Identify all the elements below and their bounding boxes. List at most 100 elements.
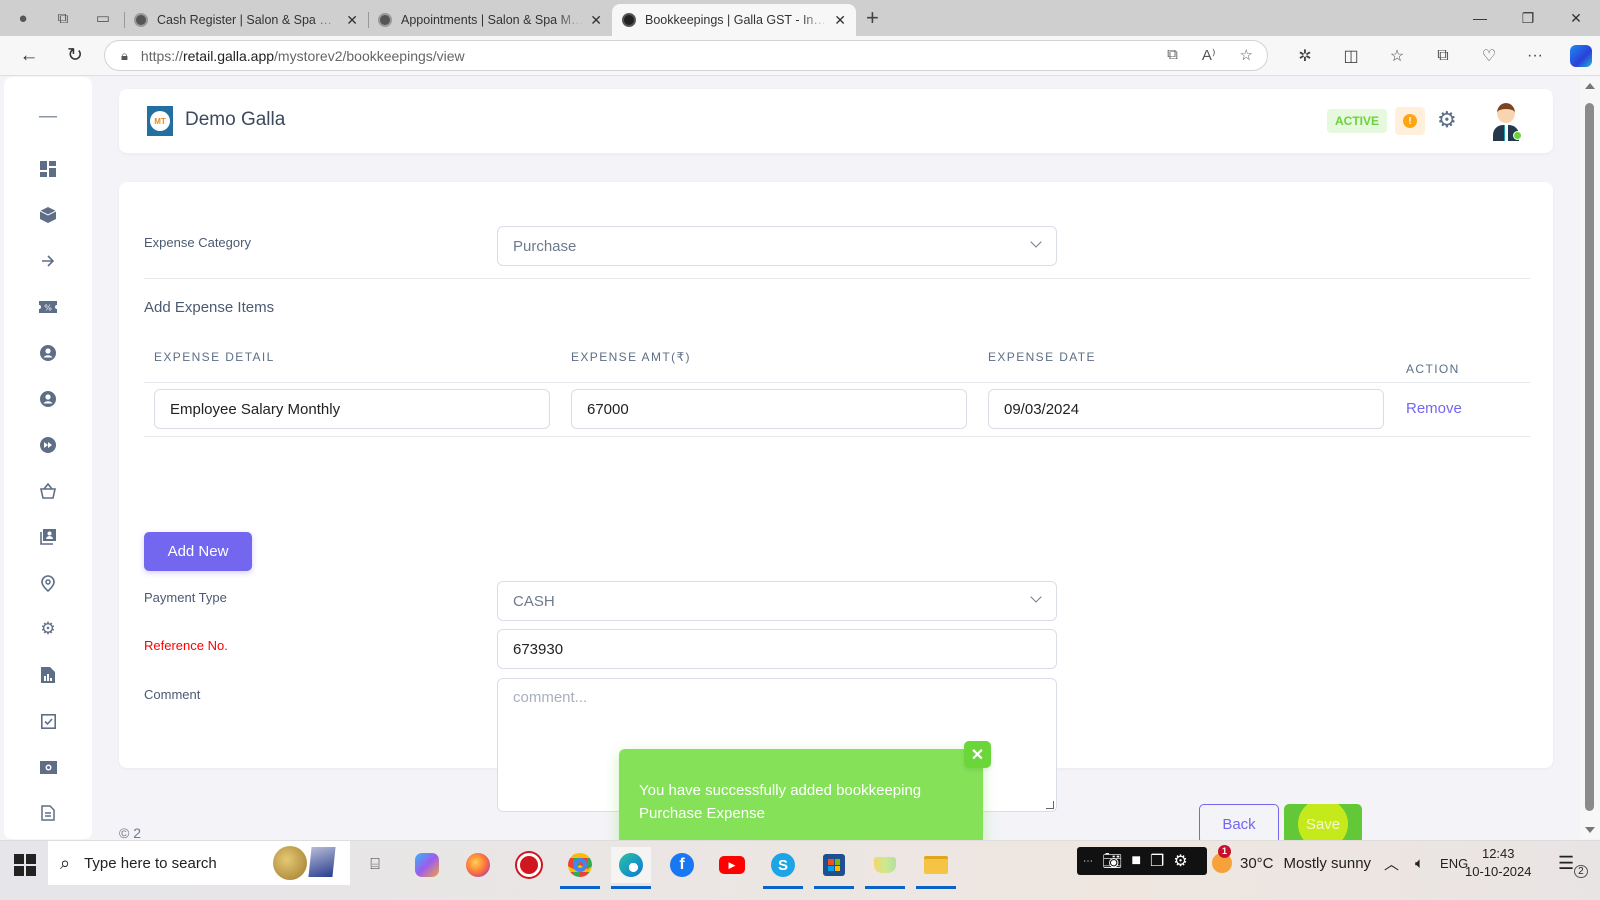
close-tab-icon[interactable]: ✕ xyxy=(834,12,846,29)
browser-tab-cash-register[interactable]: Cash Register | Salon & Spa Management ✕ xyxy=(124,4,368,36)
facebook-icon[interactable]: f xyxy=(662,847,702,883)
search-icon: ⌕ xyxy=(60,852,71,873)
document-icon[interactable] xyxy=(38,803,58,823)
split-screen-icon[interactable]: ◫ xyxy=(1328,40,1374,71)
workspaces-icon[interactable]: ⧉ xyxy=(48,3,78,33)
page-content: % ⚙ MT Demo Galla ACTIVE ! ⚙ Expense Cat… xyxy=(0,77,1600,845)
copilot-app-icon[interactable] xyxy=(407,847,447,883)
success-toast: You have successfully added bookkeeping … xyxy=(619,749,983,845)
app-icon[interactable] xyxy=(865,847,905,889)
recorder-app-icon[interactable] xyxy=(509,847,549,883)
browser-essentials-icon[interactable]: ♡ xyxy=(1466,40,1512,71)
comment-label: Comment xyxy=(144,687,201,702)
status-badge: ACTIVE xyxy=(1327,109,1387,133)
language-indicator[interactable]: ENG xyxy=(1440,856,1468,871)
back-nav-icon[interactable]: ← xyxy=(6,45,52,67)
capture-more-icon[interactable]: ⋯ xyxy=(1083,856,1093,867)
new-tab-button[interactable]: + xyxy=(866,5,879,31)
taskbar-search-box[interactable]: ⌕ Type here to search xyxy=(48,841,350,885)
close-tab-icon[interactable]: ✕ xyxy=(590,12,602,29)
expense-amount-input[interactable]: 67000 xyxy=(571,389,967,429)
save-button[interactable]: Save xyxy=(1284,804,1362,844)
profile-icon[interactable]: ● xyxy=(8,3,38,33)
extensions-icon[interactable]: ✲ xyxy=(1282,40,1328,71)
browser-tab-bookkeepings[interactable]: Bookkeepings | Galla GST - Inventory ✕ xyxy=(612,4,856,36)
fast-forward-icon[interactable] xyxy=(38,435,58,455)
notification-center-icon[interactable]: ☰ 2 xyxy=(1558,853,1588,878)
capture-settings-icon[interactable]: ⚙ xyxy=(1173,851,1187,871)
toast-close-button[interactable]: ✕ xyxy=(964,741,991,768)
lock-icon: 🔒︎ xyxy=(121,47,128,63)
weather-widget[interactable]: 1 30°C Mostly sunny xyxy=(1212,841,1371,885)
camera-icon[interactable]: 📷︎ xyxy=(1102,851,1122,871)
volume-icon[interactable]: 🔈︎ xyxy=(1415,855,1424,872)
url-text: https://retail.galla.app/mystorev2/bookk… xyxy=(140,47,465,64)
user-circle-icon[interactable] xyxy=(38,389,58,409)
package-icon[interactable] xyxy=(38,205,58,225)
taskbar-clock[interactable]: 12:43 10-10-2024 xyxy=(1465,845,1532,881)
copilot-icon[interactable] xyxy=(1558,40,1600,71)
edge-icon[interactable] xyxy=(611,847,651,889)
dashboard-icon[interactable] xyxy=(38,159,58,179)
page-scrollbar[interactable] xyxy=(1580,77,1600,839)
video-icon[interactable]: ■ xyxy=(1131,852,1141,870)
user-circle-icon[interactable] xyxy=(38,343,58,363)
settings-gear-icon[interactable]: ⚙ xyxy=(1437,107,1457,133)
online-status-dot xyxy=(1513,131,1522,140)
contacts-icon[interactable] xyxy=(38,527,58,547)
alert-button[interactable]: ! xyxy=(1395,107,1425,135)
scroll-thumb[interactable] xyxy=(1585,103,1594,811)
settings-icon[interactable]: ⚙ xyxy=(38,619,58,639)
url-input[interactable]: 🔒︎ https://retail.galla.app/mystorev2/bo… xyxy=(104,40,1268,71)
windows-taskbar: ⌕ Type here to search ⌸ f ▶ S ⋯ 📷︎ ■ ❐ ⚙… xyxy=(0,840,1600,900)
close-window-button[interactable]: ✕ xyxy=(1552,0,1600,36)
expense-detail-input[interactable]: Employee Salary Monthly xyxy=(154,389,550,429)
bookkeeping-form: Expense Category Purchase Add Expense It… xyxy=(119,182,1553,812)
expense-category-select[interactable]: Purchase xyxy=(497,226,1057,266)
back-button[interactable]: Back xyxy=(1199,804,1279,844)
cash-icon[interactable] xyxy=(38,757,58,777)
arrow-right-icon[interactable] xyxy=(38,251,58,271)
skype-icon[interactable]: S xyxy=(763,847,803,889)
youtube-icon[interactable]: ▶ xyxy=(712,847,752,883)
microsoft-store-icon[interactable] xyxy=(814,847,854,889)
checkbox-icon[interactable] xyxy=(38,711,58,731)
add-new-button[interactable]: Add New xyxy=(144,532,252,571)
minimize-button[interactable]: — xyxy=(1456,0,1504,36)
expense-date-input[interactable]: 09/03/2024 xyxy=(988,389,1384,429)
tab-actions-icon[interactable]: ▭ xyxy=(88,3,118,33)
chrome-icon[interactable] xyxy=(560,847,600,889)
browser-tab-appointments[interactable]: Appointments | Salon & Spa Management ✕ xyxy=(368,4,612,36)
discount-ticket-icon[interactable]: % xyxy=(38,297,58,317)
scroll-down-icon[interactable] xyxy=(1585,827,1595,833)
scroll-up-icon[interactable] xyxy=(1585,83,1595,89)
favicon-icon xyxy=(622,13,636,27)
file-explorer-icon[interactable] xyxy=(916,847,956,889)
favorites-icon[interactable]: ☆ xyxy=(1374,40,1420,71)
alert-icon: ! xyxy=(1403,114,1417,128)
task-view-icon[interactable]: ⌸ xyxy=(355,847,395,883)
show-hidden-icons-chevron[interactable]: ︿ xyxy=(1384,853,1399,874)
remove-row-link[interactable]: Remove xyxy=(1406,400,1462,417)
chevron-down-icon xyxy=(1030,591,1042,603)
report-icon[interactable] xyxy=(38,665,58,685)
firefox-icon[interactable] xyxy=(458,847,498,883)
basket-icon[interactable] xyxy=(38,481,58,501)
collapse-icon[interactable] xyxy=(38,107,58,127)
windows-start-icon[interactable] xyxy=(14,854,36,876)
location-icon[interactable] xyxy=(38,573,58,593)
close-tab-icon[interactable]: ✕ xyxy=(346,12,358,29)
payment-type-select[interactable]: CASH xyxy=(497,581,1057,621)
collections-icon[interactable]: ⧉ xyxy=(1420,40,1466,71)
refresh-icon[interactable]: ↻ xyxy=(52,44,98,67)
window-capture-icon[interactable]: ❐ xyxy=(1150,851,1164,871)
read-aloud-icon[interactable]: A⁾ xyxy=(1202,46,1216,64)
restore-button[interactable]: ❐ xyxy=(1504,0,1552,36)
reference-no-input[interactable]: 673930 xyxy=(497,629,1057,669)
favorite-star-icon[interactable]: ☆ xyxy=(1240,46,1253,64)
open-in-app-icon[interactable]: ⧉ xyxy=(1167,46,1178,64)
more-menu-icon[interactable]: ··· xyxy=(1512,40,1558,71)
chevron-down-icon xyxy=(1030,236,1042,248)
resize-handle-icon[interactable] xyxy=(1046,801,1054,809)
avatar[interactable] xyxy=(1489,101,1523,143)
